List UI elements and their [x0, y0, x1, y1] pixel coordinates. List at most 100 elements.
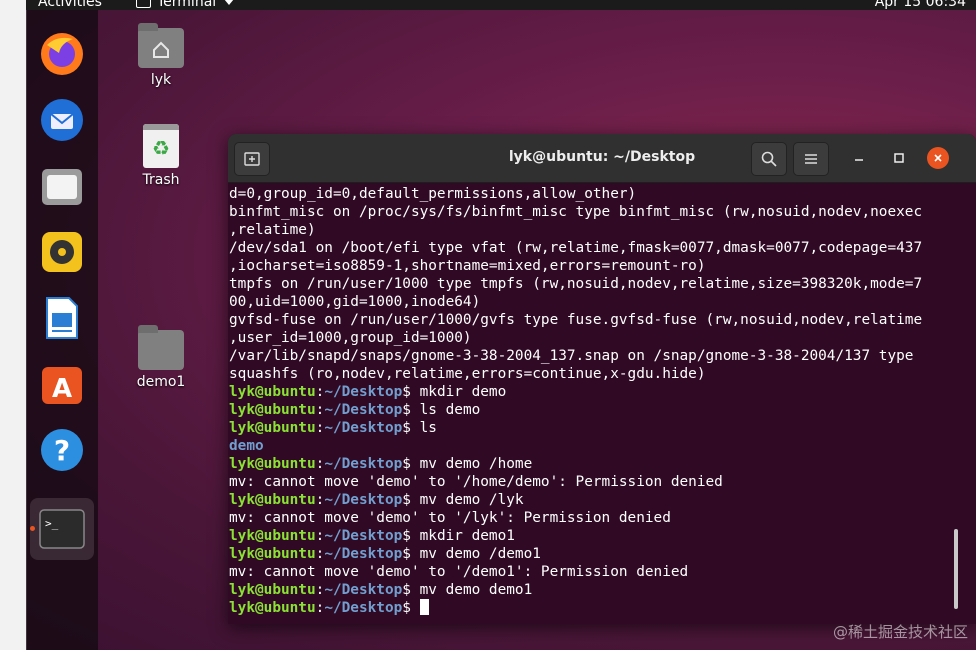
output-text: gvfsd-fuse on /run/user/1000/gvfs type f… [229, 312, 923, 328]
terminal-line: lyk@ubuntu:~/Desktop$ mv demo /lyk [229, 491, 976, 509]
terminal-line: lyk@ubuntu:~/Desktop$ ls [229, 419, 976, 437]
prompt-path: ~/Desktop [324, 456, 403, 472]
minimize-icon [855, 159, 863, 161]
maximize-button[interactable] [888, 147, 910, 169]
menu-button[interactable] [793, 142, 829, 176]
terminal-line: demo [229, 437, 976, 455]
output-text: ,relatime) [229, 222, 316, 238]
output-text: d=0,group_id=0,default_permissions,allow… [229, 186, 637, 202]
command-text: mkdir demo [419, 384, 507, 400]
desktop-icon-label: lyk [150, 72, 172, 88]
minimize-button[interactable] [848, 147, 870, 169]
prompt-user: lyk@ubuntu [229, 384, 316, 400]
output-text: squashfs (ro,nodev,relatime,errors=conti… [229, 366, 706, 382]
activities-button[interactable]: Activities [38, 0, 102, 10]
home-folder-icon [138, 23, 184, 68]
command-text: mv demo /demo1 [419, 546, 541, 562]
svg-text:>_: >_ [45, 517, 59, 530]
desktop-icon-home[interactable]: lyk [126, 23, 196, 88]
prompt-separator: : [315, 420, 325, 436]
text-cursor [419, 599, 429, 615]
terminal-line: ,iocharset=iso8859-1,shortname=mixed,err… [229, 257, 976, 275]
thunderbird-icon[interactable] [34, 92, 90, 148]
desktop-icon-label: Trash [142, 172, 180, 188]
close-icon [934, 154, 942, 162]
command-text: mkdir demo1 [419, 528, 515, 544]
terminal-line: binfmt_misc on /proc/sys/fs/binfmt_misc … [229, 203, 976, 221]
clock[interactable]: Apr 15 06:34 [875, 0, 966, 10]
terminal-line: gvfsd-fuse on /run/user/1000/gvfs type f… [229, 311, 976, 329]
prompt-separator: : [315, 456, 325, 472]
close-button[interactable] [927, 147, 949, 169]
prompt-symbol: $ [402, 420, 420, 436]
terminal-line: ,relatime) [229, 221, 976, 239]
hamburger-icon [805, 154, 817, 164]
search-button[interactable] [751, 142, 787, 176]
svg-text:?: ? [54, 434, 70, 467]
prompt-separator: : [315, 528, 325, 544]
terminal-line: mv: cannot move 'demo' to '/demo1': Perm… [229, 563, 976, 581]
software-center-icon[interactable]: A [34, 356, 90, 412]
prompt-user: lyk@ubuntu [229, 582, 316, 598]
desktop-icon-trash[interactable]: ♻ Trash [126, 124, 196, 188]
firefox-icon[interactable] [34, 26, 90, 82]
directory-listing: demo [229, 438, 264, 454]
prompt-user: lyk@ubuntu [229, 456, 316, 472]
prompt-separator: : [315, 600, 325, 616]
output-text: mv: cannot move 'demo' to '/lyk': Permis… [229, 510, 671, 526]
files-icon[interactable] [34, 158, 90, 214]
prompt-symbol: $ [402, 456, 420, 472]
trash-icon: ♻ [143, 124, 179, 168]
prompt-symbol: $ [402, 600, 420, 616]
prompt-symbol: $ [402, 492, 420, 508]
prompt-symbol: $ [402, 582, 420, 598]
terminal-line: lyk@ubuntu:~/Desktop$ mv demo /home [229, 455, 976, 473]
prompt-separator: : [315, 546, 325, 562]
prompt-separator: : [315, 402, 325, 418]
prompt-user: lyk@ubuntu [229, 546, 316, 562]
prompt-separator: : [315, 582, 325, 598]
output-text: binfmt_misc on /proc/sys/fs/binfmt_misc … [229, 204, 923, 220]
terminal-line: lyk@ubuntu:~/Desktop$ ls demo [229, 401, 976, 419]
output-text: 00,uid=1000,gid=1000,inode64) [229, 294, 481, 310]
terminal-line: 00,uid=1000,gid=1000,inode64) [229, 293, 976, 311]
desktop-icon-demo1[interactable]: demo1 [126, 325, 196, 390]
top-bar: Activities Terminal Apr 15 06:34 [26, 0, 976, 10]
output-text: mv: cannot move 'demo' to '/home/demo': … [229, 474, 723, 490]
terminal-line: lyk@ubuntu:~/Desktop$ mkdir demo1 [229, 527, 976, 545]
folder-icon [138, 325, 184, 370]
running-indicator [30, 526, 35, 531]
terminal-line: lyk@ubuntu:~/Desktop$ mv demo demo1 [229, 581, 976, 599]
terminal-line: /var/lib/snapd/snaps/gnome-3-38-2004_137… [229, 347, 976, 365]
terminal-output[interactable]: d=0,group_id=0,default_permissions,allow… [228, 183, 976, 617]
scrollbar[interactable] [954, 529, 958, 609]
output-text: /var/lib/snapd/snaps/gnome-3-38-2004_137… [229, 348, 914, 364]
prompt-symbol: $ [402, 528, 420, 544]
prompt-path: ~/Desktop [324, 402, 403, 418]
help-icon[interactable]: ? [34, 422, 90, 478]
terminal-line: lyk@ubuntu:~/Desktop$ mv demo /demo1 [229, 545, 976, 563]
prompt-symbol: $ [402, 384, 420, 400]
terminal-line: lyk@ubuntu:~/Desktop$ [229, 599, 976, 617]
command-text: ls [419, 420, 437, 436]
chevron-down-icon [224, 0, 235, 5]
prompt-user: lyk@ubuntu [229, 492, 316, 508]
command-text: mv demo /home [419, 456, 533, 472]
libreoffice-writer-icon[interactable] [34, 290, 90, 346]
terminal-titlebar[interactable]: lyk@ubuntu: ~/Desktop [228, 134, 976, 183]
rhythmbox-icon[interactable] [34, 224, 90, 280]
prompt-path: ~/Desktop [324, 600, 403, 616]
app-menu-button[interactable]: Terminal [136, 0, 235, 10]
prompt-path: ~/Desktop [324, 528, 403, 544]
prompt-user: lyk@ubuntu [229, 402, 316, 418]
terminal-line: mv: cannot move 'demo' to '/lyk': Permis… [229, 509, 976, 527]
terminal-line: tmpfs on /run/user/1000 type tmpfs (rw,n… [229, 275, 976, 293]
terminal-icon[interactable]: >_ [30, 498, 94, 560]
terminal-line: ,user_id=1000,group_id=1000) [229, 329, 976, 347]
desktop-icon-label: demo1 [136, 374, 186, 390]
terminal-line: squashfs (ro,nodev,relatime,errors=conti… [229, 365, 976, 383]
terminal-window[interactable]: lyk@ubuntu: ~/Desktop d=0,group_id=0,def… [228, 134, 976, 624]
app-menu-label: Terminal [157, 0, 217, 10]
terminal-small-icon [136, 0, 151, 8]
prompt-path: ~/Desktop [324, 582, 403, 598]
